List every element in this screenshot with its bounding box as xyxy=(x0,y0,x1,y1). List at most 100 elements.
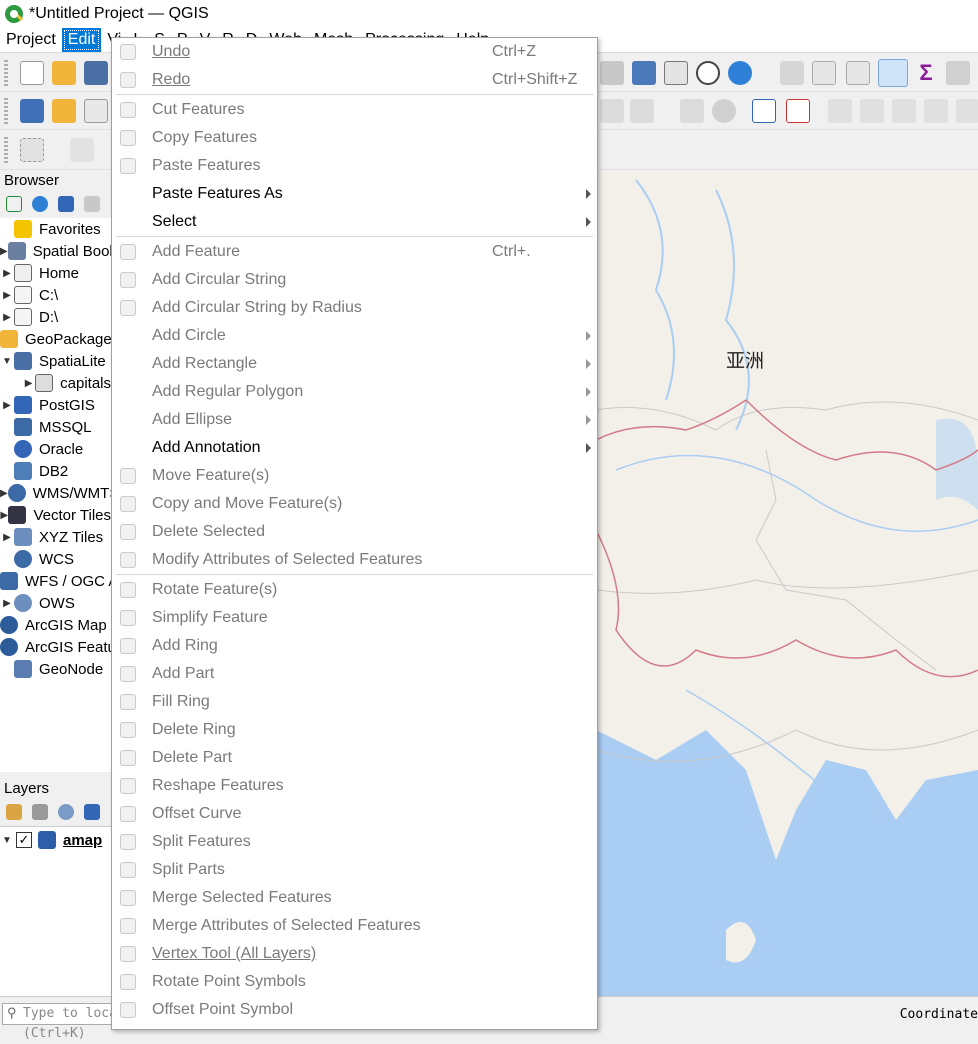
refresh-icon[interactable] xyxy=(32,196,48,212)
menu-item-offset-point-symbol[interactable]: Offset Point Symbol xyxy=(112,996,597,1024)
browser-item[interactable]: ▶ C:\ xyxy=(0,284,111,306)
new-map-view-icon[interactable] xyxy=(600,61,624,85)
menu-item-add-circle[interactable]: Add Circle xyxy=(112,322,597,350)
browser-item[interactable]: WFS / OGC API xyxy=(0,570,111,592)
menu-item-fill-ring[interactable]: Fill Ring xyxy=(112,688,597,716)
label-rotate-icon[interactable] xyxy=(786,99,810,123)
toolbar-handle[interactable] xyxy=(4,137,8,163)
field-calculator-icon[interactable] xyxy=(846,61,870,85)
browser-item[interactable]: ▶ Spatial Bookmarks xyxy=(0,240,111,262)
menu-item-copy-features[interactable]: Copy Features xyxy=(112,124,597,152)
new-geopackage-icon[interactable] xyxy=(52,99,76,123)
filter-icon[interactable] xyxy=(58,196,74,212)
label-callout-icon[interactable] xyxy=(956,99,978,123)
bookmark-icon[interactable] xyxy=(664,61,688,85)
refresh-icon[interactable] xyxy=(728,61,752,85)
label-diagram-icon[interactable] xyxy=(924,99,948,123)
browser-item[interactable]: ArcGIS Map Service xyxy=(0,614,111,636)
menu-item-copy-and-move-feature-s[interactable]: Copy and Move Feature(s) xyxy=(112,490,597,518)
processing-toolbox-icon[interactable] xyxy=(878,59,908,87)
menu-item-paste-features[interactable]: Paste Features xyxy=(112,152,597,180)
menu-item-add-part[interactable]: Add Part xyxy=(112,660,597,688)
undo-toolbar-icon[interactable] xyxy=(600,99,624,123)
menu-edit[interactable]: Edit xyxy=(61,28,102,52)
menu-item-add-ring[interactable]: Add Ring xyxy=(112,632,597,660)
menu-item-rotate-point-symbols[interactable]: Rotate Point Symbols xyxy=(112,968,597,996)
temporal-controller-icon[interactable] xyxy=(696,61,720,85)
pin-labels-icon[interactable] xyxy=(712,99,736,123)
menu-item-add-circular-string-by-radius[interactable]: Add Circular String by Radius xyxy=(112,294,597,322)
expand-arrow-icon[interactable]: ▶ xyxy=(0,488,8,499)
menu-item-rotate-feature-s[interactable]: Rotate Feature(s) xyxy=(112,576,597,604)
browser-item[interactable]: ▼ SpatiaLite xyxy=(0,350,111,372)
toolbar-handle[interactable] xyxy=(4,60,8,86)
toolbar-handle[interactable] xyxy=(4,98,8,124)
menu-item-offset-curve[interactable]: Offset Curve xyxy=(112,800,597,828)
browser-item[interactable]: ▶ XYZ Tiles xyxy=(0,526,111,548)
menu-item-add-circular-string[interactable]: Add Circular String xyxy=(112,266,597,294)
add-layer-icon[interactable] xyxy=(6,196,22,212)
label-move-icon[interactable] xyxy=(752,99,776,123)
menu-item-add-rectangle[interactable]: Add Rectangle xyxy=(112,350,597,378)
digitize-icon[interactable] xyxy=(84,99,108,123)
menu-item-add-regular-polygon[interactable]: Add Regular Polygon xyxy=(112,378,597,406)
select-features-icon[interactable] xyxy=(20,138,44,162)
menu-item-paste-features-as[interactable]: Paste Features As xyxy=(112,180,597,208)
menu-item-vertex-tool-all-layers[interactable]: Vertex Tool (All Layers) xyxy=(112,940,597,968)
save-project-icon[interactable] xyxy=(84,61,108,85)
menu-item-reshape-features[interactable]: Reshape Features xyxy=(112,772,597,800)
measure-icon[interactable] xyxy=(946,61,970,85)
select-by-value-icon[interactable] xyxy=(70,138,94,162)
expand-arrow-icon[interactable]: ▶ xyxy=(0,400,14,411)
menu-item-delete-ring[interactable]: Delete Ring xyxy=(112,716,597,744)
menu-item-modify-attributes-of-selected-features[interactable]: Modify Attributes of Selected Features xyxy=(112,546,597,574)
layer-visibility-checkbox[interactable]: ✓ xyxy=(16,832,32,848)
redo-toolbar-icon[interactable] xyxy=(630,99,654,123)
identify-icon[interactable] xyxy=(780,61,804,85)
open-project-icon[interactable] xyxy=(52,61,76,85)
browser-item[interactable]: ▶ Vector Tiles xyxy=(0,504,111,526)
new-project-icon[interactable] xyxy=(20,61,44,85)
expand-arrow-icon[interactable]: ▶ xyxy=(0,598,14,609)
filter-legend-icon[interactable] xyxy=(84,804,100,820)
menu-item-select[interactable]: Select xyxy=(112,208,597,236)
menu-item-cut-features[interactable]: Cut Features xyxy=(112,96,597,124)
menu-item-undo[interactable]: Undo Ctrl+Z xyxy=(112,38,597,66)
menu-item-add-ellipse[interactable]: Add Ellipse xyxy=(112,406,597,434)
style-layer-icon[interactable] xyxy=(6,804,22,820)
menu-item-merge-attributes-of-selected-features[interactable]: Merge Attributes of Selected Features xyxy=(112,912,597,940)
browser-item[interactable]: ▶ capitals xyxy=(0,372,111,394)
label-show-icon[interactable] xyxy=(860,99,884,123)
browser-item[interactable]: ▶ Home xyxy=(0,262,111,284)
add-group-icon[interactable] xyxy=(32,804,48,820)
menu-item-delete-part[interactable]: Delete Part xyxy=(112,744,597,772)
browser-item[interactable]: WCS xyxy=(0,548,111,570)
map-canvas[interactable]: 亚洲 xyxy=(596,170,978,996)
browser-item[interactable]: DB2 xyxy=(0,460,111,482)
menu-item-simplify-feature[interactable]: Simplify Feature xyxy=(112,604,597,632)
menu-item-split-features[interactable]: Split Features xyxy=(112,828,597,856)
data-source-manager-icon[interactable] xyxy=(20,99,44,123)
menu-item-split-parts[interactable]: Split Parts xyxy=(112,856,597,884)
menu-item-add-annotation[interactable]: Add Annotation xyxy=(112,434,597,462)
expand-arrow-icon[interactable]: ▼ xyxy=(0,356,14,367)
browser-item[interactable]: MSSQL xyxy=(0,416,111,438)
label-properties-icon[interactable] xyxy=(828,99,852,123)
expand-arrow-icon[interactable]: ▶ xyxy=(0,532,14,543)
expand-arrow-icon[interactable]: ▶ xyxy=(0,268,14,279)
expand-arrow-icon[interactable]: ▶ xyxy=(0,246,8,257)
browser-item[interactable]: Oracle xyxy=(0,438,111,460)
menu-item-add-feature[interactable]: Add Feature Ctrl+. xyxy=(112,238,597,266)
label-toolbar-icon[interactable] xyxy=(680,99,704,123)
browser-item[interactable]: ▶ D:\ xyxy=(0,306,111,328)
zoom-to-layer-icon[interactable] xyxy=(632,61,656,85)
browser-item[interactable]: ArcGIS Feature Service xyxy=(0,636,111,658)
browser-item[interactable]: ▶ OWS xyxy=(0,592,111,614)
expand-arrow-icon[interactable]: ▶ xyxy=(0,312,14,323)
statistics-sigma-icon[interactable]: Σ xyxy=(914,61,938,85)
layer-item-amap[interactable]: ▼ ✓ amap xyxy=(0,829,111,851)
expand-arrow-icon[interactable]: ▶ xyxy=(22,378,35,389)
menu-item-redo[interactable]: Redo Ctrl+Shift+Z xyxy=(112,66,597,94)
collapse-all-icon[interactable] xyxy=(84,196,100,212)
menu-item-delete-selected[interactable]: Delete Selected xyxy=(112,518,597,546)
